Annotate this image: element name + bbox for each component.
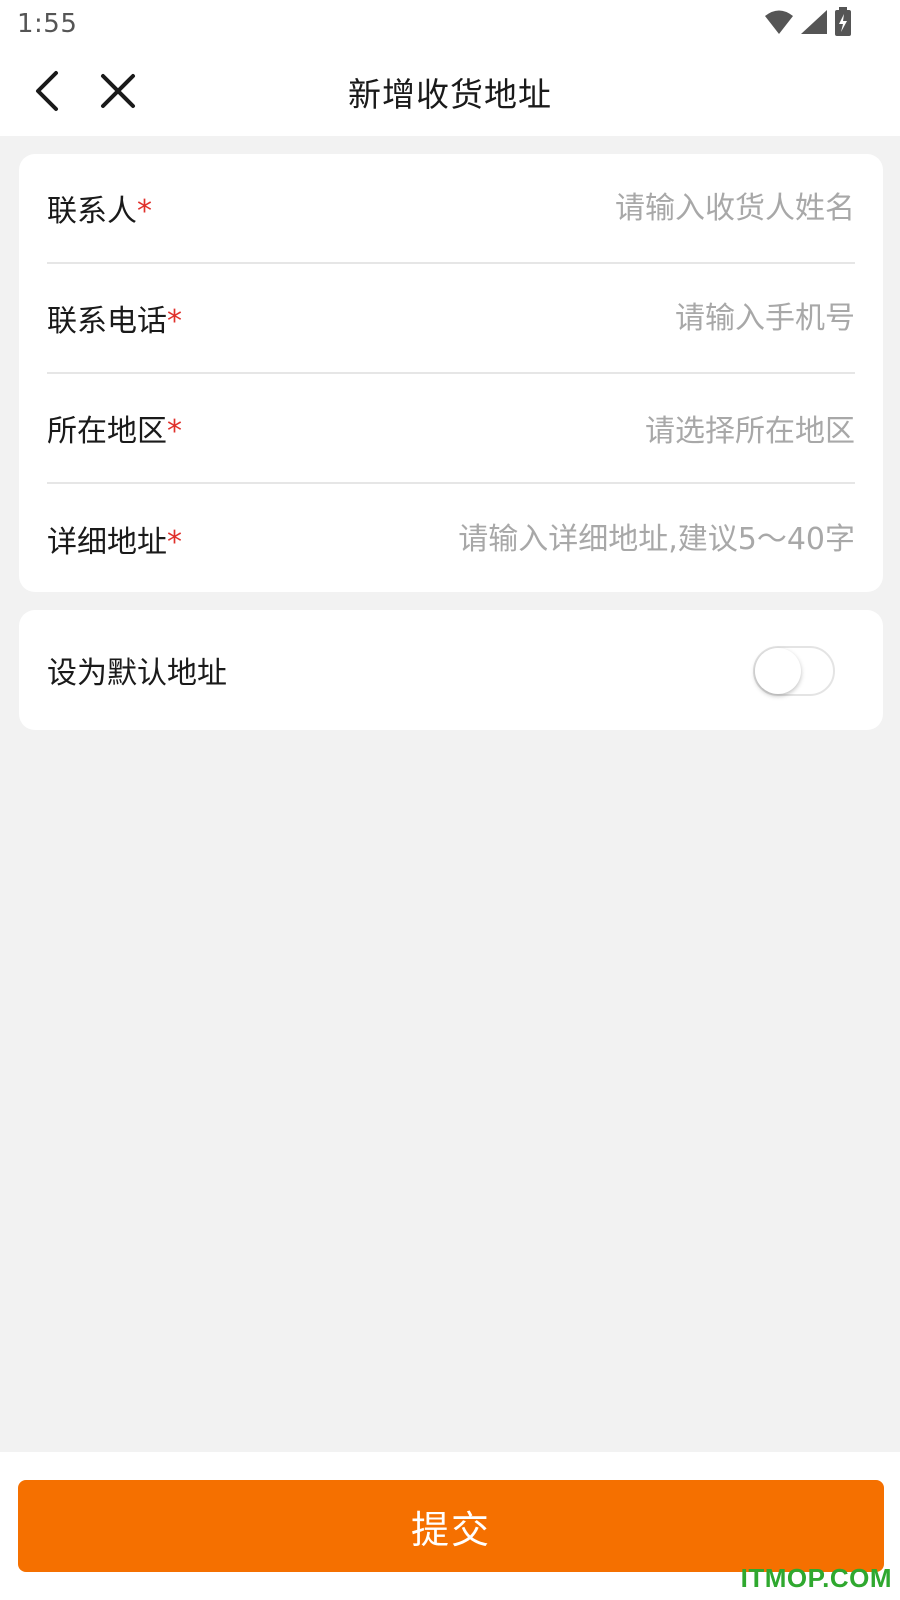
detail-address-label: 详细地址* [47,525,182,560]
address-form-card: 联系人* 联系电话* 所在地区* 请选择所在地区 详细地址* [19,154,883,592]
contact-name-input[interactable] [335,190,855,226]
contact-name-label: 联系人* [47,194,152,229]
contact-phone-label: 联系电话* [47,304,182,339]
default-address-card: 设为默认地址 [19,610,883,730]
detail-address-row: 详细地址* [47,484,855,594]
contact-name-row: 联系人* [47,154,855,264]
region-label: 所在地区* [47,414,182,449]
status-icons [764,7,852,41]
add-address-page: 1:55 新增收货地址 联系人* 请输入收货人姓名 联系电话* 请输入手机号 所… [0,0,900,1600]
signal-icon [800,9,828,39]
toggle-knob [755,648,801,694]
required-mark: * [167,414,182,449]
contact-phone-input[interactable] [335,300,855,336]
detail-address-input[interactable] [335,521,855,557]
required-mark: * [137,194,152,229]
wifi-icon [764,9,794,39]
watermark: ITMOP.COM [740,1563,892,1593]
contact-phone-row: 联系电话* [47,264,855,374]
status-bar: 1:55 [0,0,900,50]
page-title: 新增收货地址 [348,75,552,114]
bottom-bar: 提交 ITMOP.COM [0,1452,900,1600]
region-row[interactable]: 所在地区* 请选择所在地区 [47,374,855,484]
default-address-label: 设为默认地址 [47,656,227,691]
battery-charging-icon [834,7,852,41]
header: 新增收货地址 [0,50,900,136]
required-mark: * [167,304,182,339]
region-selector[interactable]: 请选择所在地区 [645,406,855,450]
default-address-toggle[interactable] [753,646,835,696]
status-time: 1:55 [17,9,78,39]
submit-button[interactable]: 提交 [18,1480,884,1572]
required-mark: * [167,525,182,560]
